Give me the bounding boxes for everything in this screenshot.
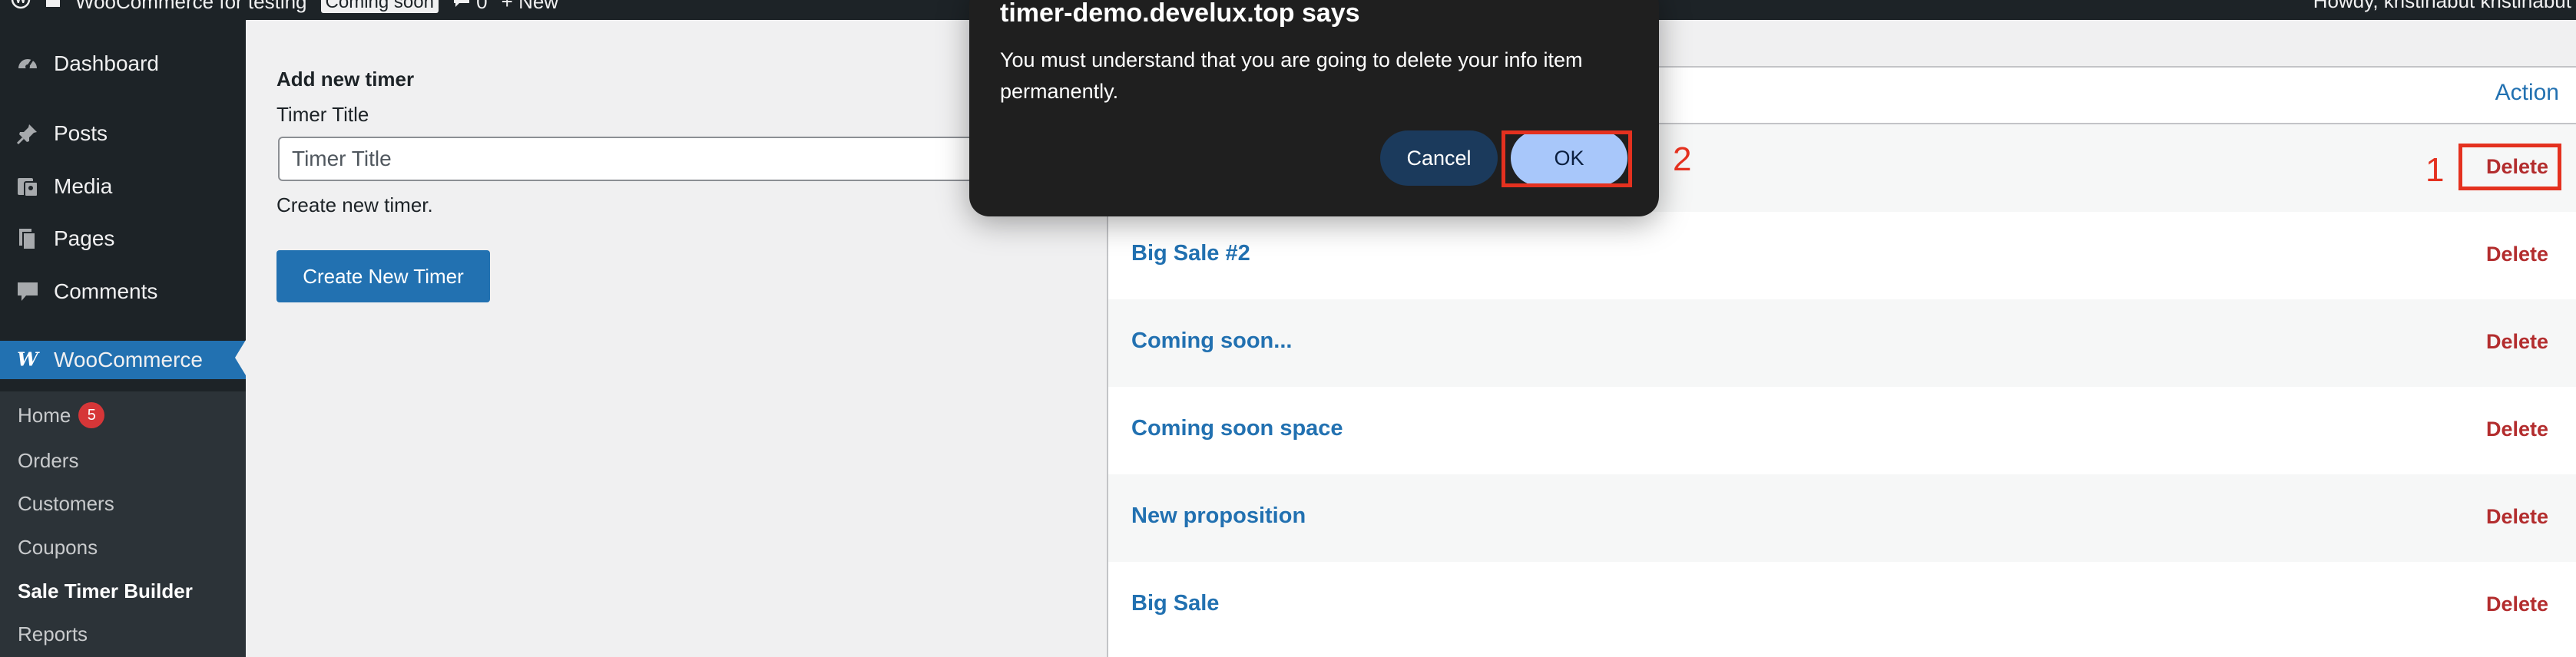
table-row: Big Sale Delete [1108,562,2576,649]
delete-link[interactable]: Delete [2486,505,2548,529]
sidebar-item-label: Media [54,174,113,198]
submenu-item-label: Customers [18,492,114,515]
plus-icon: + [501,0,513,13]
notification-count-badge: 5 [78,402,105,428]
wordpress-logo-icon[interactable]: W [11,0,31,15]
sidebar-item-woocommerce[interactable]: W WooCommerce [0,341,246,379]
timer-title-label: Timer Title [276,103,369,126]
submenu-item-home[interactable]: Home 5 [18,402,105,428]
sidebar-item-pages[interactable]: Pages [0,220,246,258]
sidebar-item-media[interactable]: Media [0,167,246,206]
table-row: Coming soon space Delete [1108,387,2576,474]
timer-title-link[interactable]: Big Sale [1131,591,1219,616]
submenu-item-label: Orders [18,449,79,472]
sidebar-item-label: Posts [54,121,108,145]
submenu-item-orders[interactable]: Orders [18,449,78,473]
step-1-highlight [2458,144,2561,190]
submenu-item-label: Home [18,403,71,427]
submenu-item-coupons[interactable]: Coupons [18,536,98,560]
new-label: New [518,0,559,13]
comment-bubble-icon [452,0,476,13]
site-status-badge[interactable]: Coming soon [320,0,439,13]
sidebar-item-label: WooCommerce [54,348,203,371]
sidebar-item-label: Pages [54,226,115,250]
comments-count: 0 [476,0,488,13]
delete-link[interactable]: Delete [2486,330,2548,354]
pages-icon [14,225,41,253]
svg-text:W: W [14,0,27,6]
action-column-header[interactable]: Action [2495,80,2559,106]
submenu-item-sale-timer-builder[interactable]: Sale Timer Builder [18,579,193,603]
step-2-highlight [1502,130,1632,187]
dialog-title: timer-demo.develux.top says [1000,0,1360,28]
help-text: Create new timer. [276,193,433,216]
woocommerce-icon: W [14,346,41,374]
current-menu-arrow [235,340,246,375]
timer-title-link[interactable]: Coming soon... [1131,328,1292,354]
sidebar-item-posts[interactable]: Posts [0,114,246,153]
woocommerce-submenu: Home 5 Orders Customers Coupons Sale Tim… [0,391,246,657]
new-content-link[interactable]: + New [502,0,558,14]
step-2-number: 2 [1673,140,1692,178]
comments-link[interactable]: 0 [452,0,488,14]
comment-icon [14,278,41,305]
delete-link[interactable]: Delete [2486,243,2548,266]
sidebar-item-label: Dashboard [54,51,159,75]
submenu-item-reports[interactable]: Reports [18,622,88,646]
timer-title-input[interactable] [278,137,985,181]
form-heading: Add new timer [276,68,415,91]
delete-link[interactable]: Delete [2486,418,2548,441]
site-name-link[interactable]: WooCommerce for testing [75,0,307,14]
dialog-message: You must understand that you are going t… [1000,48,1583,103]
cancel-button[interactable]: Cancel [1380,130,1498,186]
timer-title-link[interactable]: New proposition [1131,503,1306,529]
table-row: New proposition Delete [1108,474,2576,562]
submenu-item-label: Reports [18,622,88,645]
step-1-number: 1 [2425,151,2445,189]
timer-title-link[interactable]: Coming soon space [1131,416,1343,441]
submenu-item-label: Coupons [18,536,98,559]
dashboard-icon [14,50,41,78]
timer-title-link[interactable]: Big Sale #2 [1131,241,1250,266]
sidebar-item-comments[interactable]: Comments [0,272,246,311]
sidebar-item-label: Comments [54,279,158,303]
table-row: Big Sale #2 Delete [1108,212,2576,299]
home-icon [45,0,61,14]
submenu-item-customers[interactable]: Customers [18,492,114,516]
create-new-timer-button[interactable]: Create New Timer [276,250,490,302]
pin-icon [14,120,41,147]
svg-text:W: W [17,349,40,371]
table-row: Coming soon... Delete [1108,299,2576,387]
delete-link[interactable]: Delete [2486,593,2548,616]
media-icon [14,173,41,200]
sidebar-item-dashboard[interactable]: Dashboard [0,45,246,83]
submenu-item-label: Sale Timer Builder [18,579,193,603]
account-greeting[interactable]: Howdy, kristinabut kristinabut [2313,0,2571,13]
